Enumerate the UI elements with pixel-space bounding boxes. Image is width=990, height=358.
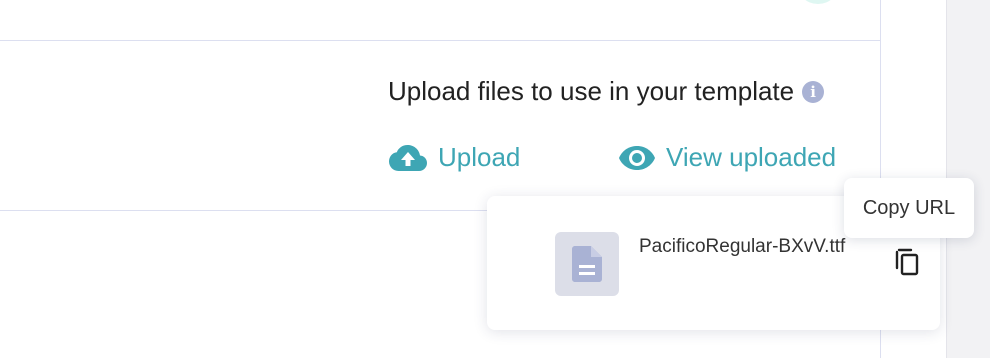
upload-heading-text: Upload files to use in your template xyxy=(388,76,795,106)
file-name: PacificoRegular-BXvV.ttf xyxy=(639,236,846,257)
page: Upload files to use in your template i U… xyxy=(0,0,990,358)
divider xyxy=(0,40,880,41)
copy-icon xyxy=(895,248,919,276)
copy-url-tooltip: Copy URL xyxy=(844,178,974,238)
avatar[interactable] xyxy=(796,0,840,4)
upload-button[interactable]: Upload xyxy=(388,142,520,173)
view-uploaded-label: View uploaded xyxy=(666,142,837,172)
copy-url-button[interactable] xyxy=(893,246,925,278)
divider xyxy=(0,210,500,211)
cloud-upload-icon xyxy=(389,144,427,171)
view-uploaded-button[interactable]: View uploaded xyxy=(618,142,836,173)
eye-icon xyxy=(619,145,655,170)
upload-label: Upload xyxy=(438,142,521,172)
info-icon[interactable]: i xyxy=(802,80,825,103)
file-document-icon xyxy=(572,246,602,282)
upload-heading: Upload files to use in your template i xyxy=(388,76,825,107)
file-thumbnail xyxy=(555,232,619,296)
